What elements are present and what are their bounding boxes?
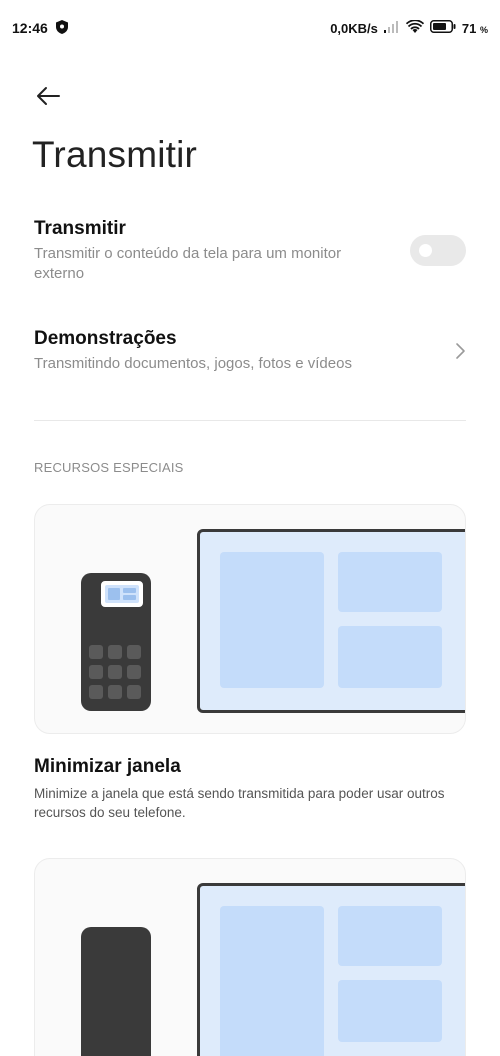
minimize-window-illustration bbox=[34, 504, 466, 734]
signal-icon bbox=[383, 20, 400, 36]
status-time: 12:46 bbox=[12, 20, 48, 36]
demos-setting-subtitle: Transmitindo documentos, jogos, fotos e … bbox=[34, 355, 352, 372]
feature-description-minimize-window: Minimize a janela que está sendo transmi… bbox=[34, 786, 445, 820]
status-right: 0,0KB/s 71 % bbox=[330, 18, 488, 37]
section-header-special-features: RECURSOS ESPECIAIS bbox=[34, 460, 184, 475]
monitor-illustration bbox=[197, 883, 465, 1056]
feature-title-minimize-window: Minimizar janela bbox=[34, 756, 181, 777]
battery-icon bbox=[429, 20, 456, 36]
divider bbox=[34, 420, 466, 421]
cast-toggle[interactable] bbox=[410, 235, 466, 266]
cast-setting-row[interactable]: Transmitir Transmitir o conteúdo da tela… bbox=[34, 218, 466, 284]
back-button[interactable] bbox=[26, 78, 70, 114]
demos-setting-title: Demonstrações bbox=[34, 328, 177, 349]
toggle-knob bbox=[419, 244, 432, 257]
chevron-right-icon bbox=[456, 343, 465, 359]
battery-unit: % bbox=[479, 24, 488, 35]
phone-mini-window bbox=[101, 581, 143, 607]
page-title: Transmitir bbox=[32, 134, 198, 175]
battery-percent: 71 bbox=[461, 20, 477, 36]
cast-setting-subtitle: Transmitir o conteúdo da tela para um mo… bbox=[34, 245, 342, 282]
status-left: 12:46 bbox=[12, 19, 68, 37]
wifi-icon bbox=[405, 18, 425, 37]
demos-setting-row[interactable]: Demonstrações Transmitindo documentos, j… bbox=[34, 328, 466, 374]
feature-illustration-2 bbox=[34, 858, 466, 1056]
status-bar: 12:46 0,0KB/s 71 % bbox=[0, 0, 500, 56]
monitor-illustration bbox=[197, 529, 465, 713]
phone-illustration bbox=[81, 927, 151, 1056]
battery-level: 71 % bbox=[462, 21, 488, 36]
shield-icon bbox=[55, 19, 68, 37]
cast-settings-screen: 12:46 0,0KB/s 71 % Transmitir Transmitir… bbox=[0, 0, 500, 1056]
phone-illustration bbox=[81, 573, 151, 711]
cast-setting-title: Transmitir bbox=[34, 218, 126, 239]
network-speed: 0,0KB/s bbox=[330, 20, 378, 36]
arrow-left-icon bbox=[37, 87, 60, 105]
